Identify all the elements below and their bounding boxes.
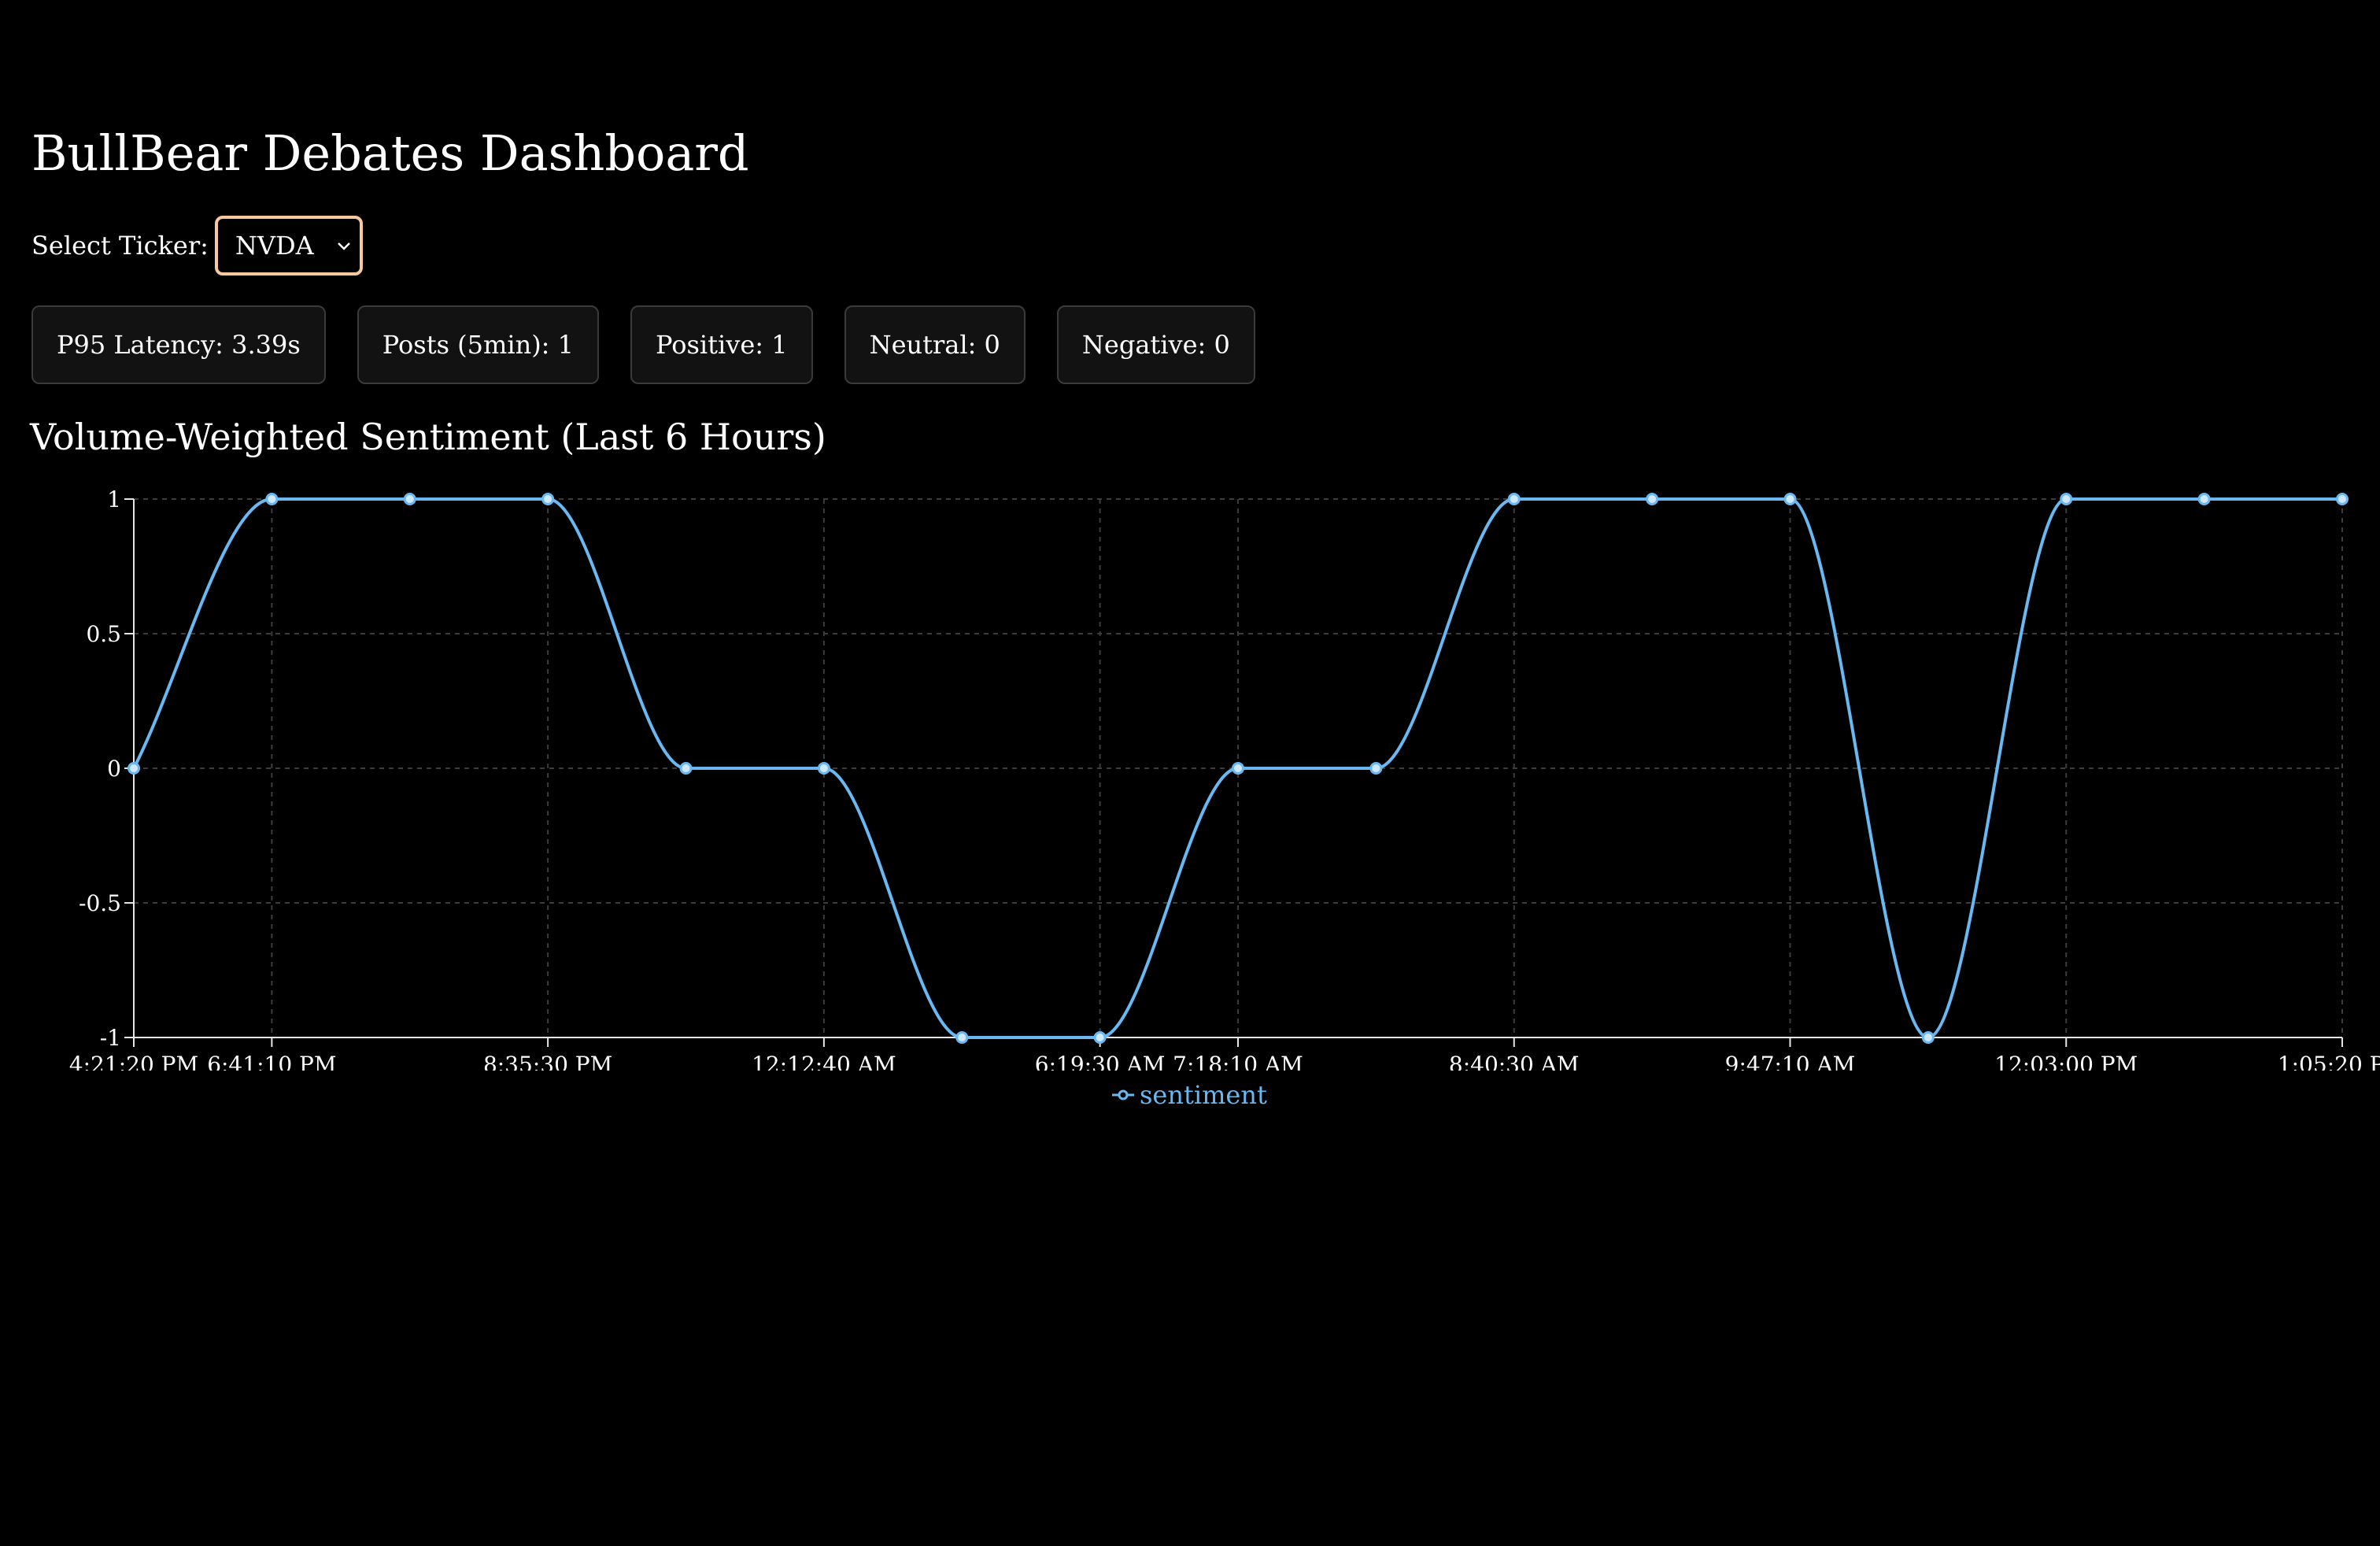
y-tick-label: -1	[100, 1025, 121, 1051]
data-point	[1093, 1031, 1107, 1044]
stat-card-negative: Negative: 0	[1056, 305, 1255, 384]
x-tick-label: 12:12:40 AM	[752, 1052, 896, 1071]
chart-title: Volume-Weighted Sentiment (Last 6 Hours)	[30, 416, 826, 458]
x-tick-label: 8:40:30 AM	[1449, 1052, 1580, 1071]
legend-label-sentiment: sentiment	[1140, 1080, 1267, 1110]
x-tick-label: 4:21:20 PM	[69, 1052, 198, 1071]
data-point	[1921, 1031, 1935, 1044]
x-tick-label: 8:35:30 PM	[483, 1052, 612, 1071]
data-point	[955, 1031, 969, 1044]
stats-row: P95 Latency: 3.39s Posts (5min): 1 Posit…	[31, 305, 1255, 384]
ticker-label: Select Ticker:	[31, 231, 209, 261]
stat-card-positive: Positive: 1	[630, 305, 813, 384]
chevron-down-icon	[338, 242, 350, 250]
data-point	[1232, 762, 1244, 775]
chart-legend[interactable]: sentiment	[1111, 1080, 1267, 1110]
y-tick-label: 0	[107, 756, 121, 782]
data-point	[2060, 493, 2073, 505]
y-tick-label: 0.5	[86, 621, 121, 647]
stat-card-posts-5min: Posts (5min): 1	[357, 305, 599, 384]
sentiment-line-chart: 1 0.5 0 -0.5 -14:21:20 PM 6:41:10 PM 8:35:30 P…	[69, 486, 2380, 1071]
dashboard-page: BullBear Debates Dashboard Select Ticker…	[0, 0, 2380, 1546]
data-point	[265, 493, 279, 505]
ticker-selector-row: Select Ticker: NVDA	[31, 214, 363, 277]
x-tick-label: 6:19:30 AM	[1035, 1052, 1166, 1071]
data-point	[1646, 493, 1659, 505]
page-title: BullBear Debates Dashboard	[31, 124, 749, 182]
data-point	[1507, 493, 1521, 505]
data-point	[128, 762, 140, 775]
legend-line-marker-icon	[1112, 1089, 1134, 1100]
ticker-selected-value: NVDA	[235, 231, 314, 261]
data-point	[817, 762, 830, 775]
data-point	[2197, 493, 2211, 505]
stat-card-p95-latency: P95 Latency: 3.39s	[31, 305, 326, 384]
data-point	[679, 762, 693, 775]
x-tick-label: 1:05:20 PM	[2278, 1052, 2380, 1071]
data-point	[2336, 493, 2349, 505]
y-tick-label: -0.5	[79, 890, 121, 916]
x-tick-label: 12:03:00 PM	[1994, 1052, 2138, 1071]
x-tick-label: 9:47:10 AM	[1725, 1052, 1856, 1071]
data-point	[403, 493, 416, 505]
ticker-select[interactable]: NVDA	[214, 216, 363, 276]
y-tick-label: 1	[107, 486, 121, 512]
data-point	[541, 493, 555, 505]
stat-card-neutral: Neutral: 0	[844, 305, 1026, 384]
data-point	[1783, 493, 1797, 505]
data-point	[1369, 762, 1383, 775]
x-tick-label: 6:41:10 PM	[207, 1052, 336, 1071]
x-tick-label: 7:18:10 AM	[1173, 1052, 1303, 1071]
